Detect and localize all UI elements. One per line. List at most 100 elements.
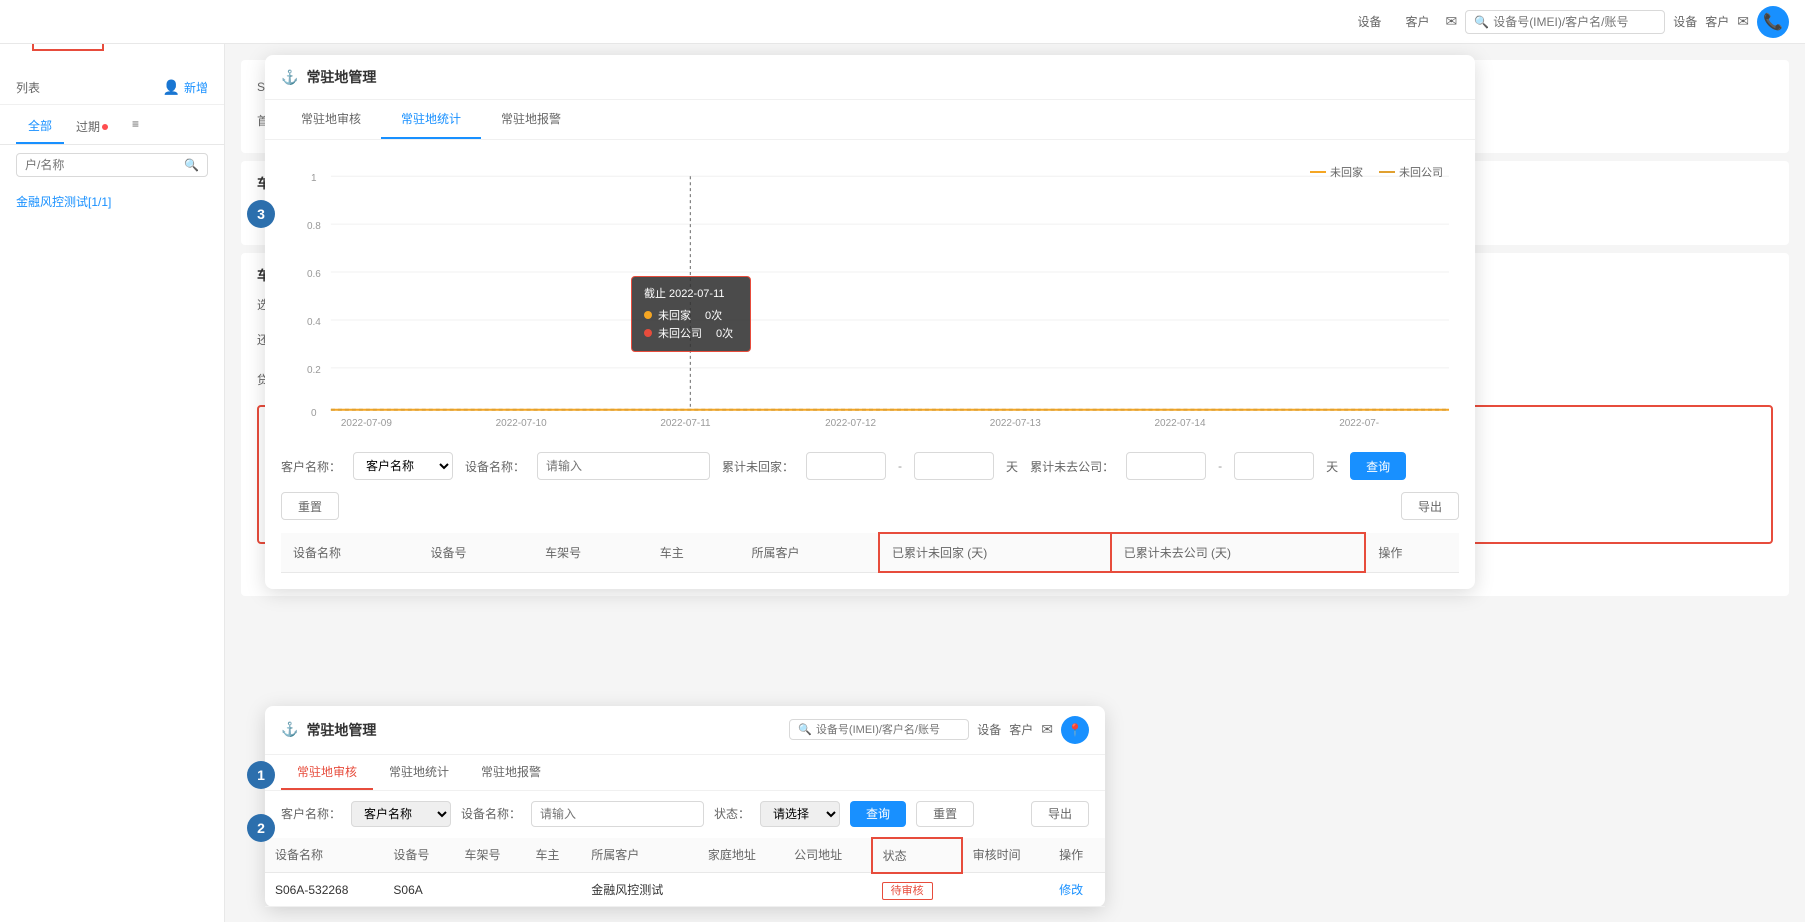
not-home-label: 累计未回家： [722,458,794,475]
reset-button[interactable]: 重置 [281,492,339,520]
header-search-bar[interactable]: 🔍 [1465,10,1665,34]
tooltip-home-label: 未回家 [658,307,691,323]
header-customer-btn[interactable]: 客户 [1397,13,1437,30]
sidebar-search[interactable]: 🔍 [16,153,208,177]
modal-audit: 1 2 ⚓ 常驻地管理 🔍 设备 客户 ✉ 📍 常驻地审核 常驻地统计 常驻地报… [265,706,1105,908]
modal1-anchor-icon: ⚓ [281,721,298,738]
chart-tooltip: 截止 2022-07-11 未回家 0次 未回公司 0次 [631,276,751,352]
day-label2: 天 [1326,458,1338,475]
modal1-search-input[interactable] [816,724,960,736]
m1-query-button[interactable]: 查询 [850,801,906,827]
phone-icon[interactable]: 📞 [1757,6,1789,38]
tooltip-company-label: 未回公司 [658,325,702,341]
not-company-to[interactable] [1234,452,1314,480]
tab-filter[interactable]: ≡ [120,109,151,144]
tooltip-home: 未回家 0次 [644,307,738,323]
sidebar: 我的客户 列表 👤 新增 全部 过期 ≡ 🔍 金融风控测试[1/1] [0,0,225,922]
modify-link[interactable]: 修改 [1059,883,1083,897]
m1-col-owner: 车主 [525,838,581,873]
modal2-tab-statistics[interactable]: 常驻地统计 [381,100,481,139]
modal1-search[interactable]: 🔍 [789,719,969,740]
not-home-from[interactable] [806,452,886,480]
m1-row-home [698,873,784,907]
m1-customer-select[interactable]: 客户名称 [351,801,451,827]
search-icon-modal1: 🔍 [798,723,812,736]
m1-row-devno: S06A [383,873,454,907]
device-label: 设备名称： [465,458,525,475]
m1-customer-label: 客户名称： [281,805,341,822]
badge-2: 2 [247,814,275,842]
not-home-to[interactable] [914,452,994,480]
svg-text:2022-07-: 2022-07- [1339,418,1379,429]
m1-row-status: 待审核 [872,873,962,907]
modal1-customer-label[interactable]: 客户 [1009,721,1033,738]
header-device-label[interactable]: 设备 [1673,13,1697,30]
modal1-tab-alert[interactable]: 常驻地报警 [465,755,557,790]
col-action: 操作 [1365,533,1459,572]
header-search-input[interactable] [1493,15,1656,29]
col-not-home: 已累计未回家 (天) [879,533,1111,572]
device-input[interactable] [537,452,710,480]
header-device-btn[interactable]: 设备 [1349,13,1389,30]
tooltip-company: 未回公司 0次 [644,325,738,341]
tab-all[interactable]: 全部 [16,109,64,144]
legend-company-line [1379,171,1395,173]
svg-text:0.6: 0.6 [307,269,321,280]
search-input[interactable] [25,158,184,172]
chart-svg: 1 0.8 0.6 0.4 0.2 0 2022-07-09 [281,156,1459,436]
legend-company: 未回公司 [1379,164,1443,180]
modal2-anchor-icon: ⚓ [281,69,298,86]
modal1-tab-statistics[interactable]: 常驻地统计 [373,755,465,790]
table-row: S06A-532268 S06A 金融风控测试 待审核 修改 [265,873,1105,907]
modal1-tab-audit[interactable]: 常驻地审核 [281,755,373,790]
export-button[interactable]: 导出 [1401,492,1459,520]
range-sep2: - [1218,459,1222,473]
customer-item[interactable]: 金融风控测试[1/1] [0,185,224,218]
modal2-tab-audit[interactable]: 常驻地审核 [281,100,381,139]
svg-text:0.2: 0.2 [307,365,321,376]
customer-select[interactable]: 客户名称 [353,452,453,480]
chart-container: 未回家 未回公司 1 0.8 0.6 0.4 0.2 0 [281,156,1459,436]
header-mail-icon[interactable]: ✉ [1446,13,1458,30]
m1-export-button[interactable]: 导出 [1031,801,1089,827]
m1-col-home: 家庭地址 [698,838,784,873]
header-mail-icon2[interactable]: ✉ [1737,13,1749,30]
col-not-company: 已累计未去公司 (天) [1111,533,1366,572]
modal2-filter-row: 客户名称： 客户名称 设备名称： 累计未回家： - 天 累计未去公司： - 天 … [281,452,1459,520]
tab-expired[interactable]: 过期 [64,109,120,144]
modal1-mail-icon[interactable]: ✉ [1041,721,1053,738]
range-sep1: - [898,459,902,473]
m1-row-device: S06A-532268 [265,873,383,907]
modal1-device-label[interactable]: 设备 [977,721,1001,738]
svg-text:2022-07-10: 2022-07-10 [496,418,547,429]
modal2-tabs: 常驻地审核 常驻地统计 常驻地报警 [265,100,1475,140]
badge-3: 3 [247,200,275,228]
m1-row-company [784,873,872,907]
modal1-location-icon[interactable]: 📍 [1061,716,1089,744]
m1-row-action[interactable]: 修改 [1049,873,1105,907]
m1-row-owner [525,873,581,907]
header-customer-label[interactable]: 客户 [1705,13,1729,30]
modal2-tab-alert[interactable]: 常驻地报警 [481,100,581,139]
m1-row-review-time [962,873,1050,907]
svg-text:2022-07-14: 2022-07-14 [1155,418,1206,429]
sidebar-tabs: 全部 过期 ≡ [0,109,224,145]
modal2-header: ⚓ 常驻地管理 [265,55,1475,100]
svg-text:0.8: 0.8 [307,221,321,232]
add-label[interactable]: 新增 [184,79,208,96]
modal1-filter: 客户名称： 客户名称 设备名称： 状态： 请选择 查询 重置 导出 [265,791,1105,837]
m1-col-action: 操作 [1049,838,1105,873]
m1-col-review-time: 审核时间 [962,838,1050,873]
m1-col-vin: 车架号 [454,838,525,873]
svg-text:2022-07-09: 2022-07-09 [341,418,392,429]
m1-reset-button[interactable]: 重置 [916,801,974,827]
col-device-no: 设备号 [419,533,534,572]
m1-status-select[interactable]: 请选择 [760,801,840,827]
query-button[interactable]: 查询 [1350,452,1406,480]
search-icon[interactable]: 🔍 [184,158,199,172]
tooltip-company-value: 0次 [716,325,733,341]
m1-status-label: 状态： [714,805,750,822]
not-company-from[interactable] [1126,452,1206,480]
legend-home-line [1310,171,1326,173]
m1-device-input[interactable] [531,801,704,827]
